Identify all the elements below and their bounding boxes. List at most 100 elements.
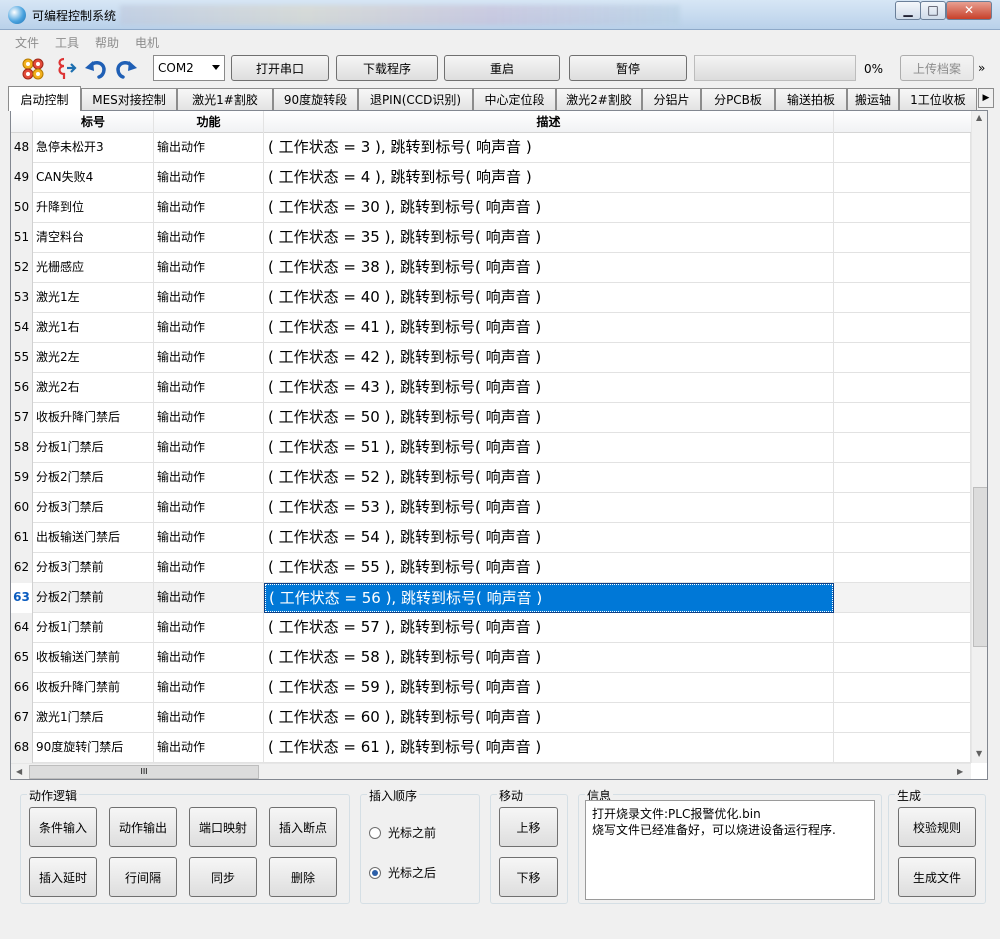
row-extra-cell[interactable]: [834, 583, 971, 613]
row-number[interactable]: 52: [11, 253, 33, 283]
table-row[interactable]: 61 出板输送门禁后 输出动作( 工作状态 = 54 ), 跳转到标号( 响声音 ): [11, 523, 971, 553]
row-description-cell[interactable]: ( 工作状态 = 3 ), 跳转到标号( 响声音 ): [264, 133, 834, 163]
row-extra-cell[interactable]: [834, 673, 971, 703]
table-row[interactable]: 56 激光2右 输出动作( 工作状态 = 43 ), 跳转到标号( 响声音 ): [11, 373, 971, 403]
table-row[interactable]: 49 CAN失败4 输出动作( 工作状态 = 4 ), 跳转到标号( 响声音 ): [11, 163, 971, 193]
insert-delay-button[interactable]: 插入延时: [29, 857, 97, 897]
menu-help[interactable]: 帮助: [95, 34, 119, 51]
row-function-cell[interactable]: 输出动作: [154, 253, 264, 283]
upload-archive-button[interactable]: 上传档案: [900, 55, 974, 81]
pause-button[interactable]: 暂停: [569, 55, 687, 81]
row-extra-cell[interactable]: [834, 733, 971, 763]
row-label-cell[interactable]: 激光2左: [33, 343, 154, 373]
row-label-cell[interactable]: 急停未松开3: [33, 133, 154, 163]
tab-station1-collect[interactable]: 1工位收板: [899, 88, 977, 110]
row-function-cell[interactable]: 输出动作: [154, 193, 264, 223]
row-description-cell[interactable]: ( 工作状态 = 35 ), 跳转到标号( 响声音 ): [264, 223, 834, 253]
table-row[interactable]: 60 分板3门禁后 输出动作( 工作状态 = 53 ), 跳转到标号( 响声音 ): [11, 493, 971, 523]
menu-motor[interactable]: 电机: [135, 34, 159, 51]
row-function-cell[interactable]: 输出动作: [154, 703, 264, 733]
header-label[interactable]: 标号: [33, 111, 154, 133]
row-function-cell[interactable]: 输出动作: [154, 523, 264, 553]
generate-file-button[interactable]: 生成文件: [898, 857, 976, 897]
insert-breakpoint-button[interactable]: 插入断点: [269, 807, 337, 847]
table-row[interactable]: 64 分板1门禁前 输出动作( 工作状态 = 57 ), 跳转到标号( 响声音 ): [11, 613, 971, 643]
row-number[interactable]: 60: [11, 493, 33, 523]
row-function-cell[interactable]: 输出动作: [154, 643, 264, 673]
radio-after-cursor[interactable]: 光标之后: [369, 864, 436, 881]
row-description-cell[interactable]: ( 工作状态 = 40 ), 跳转到标号( 响声音 ): [264, 283, 834, 313]
row-description-cell[interactable]: ( 工作状态 = 55 ), 跳转到标号( 响声音 ): [264, 553, 834, 583]
com-port-select[interactable]: COM2: [153, 55, 225, 81]
row-function-cell[interactable]: 输出动作: [154, 583, 264, 613]
vertical-scrollbar[interactable]: ▲ ▼: [971, 111, 987, 763]
row-description-cell[interactable]: ( 工作状态 = 4 ), 跳转到标号( 响声音 ): [264, 163, 834, 193]
row-function-cell[interactable]: 输出动作: [154, 313, 264, 343]
row-number[interactable]: 57: [11, 403, 33, 433]
row-number[interactable]: 68: [11, 733, 33, 763]
row-description-cell[interactable]: ( 工作状态 = 54 ), 跳转到标号( 响声音 ): [264, 523, 834, 553]
plug-icon[interactable]: [51, 55, 79, 83]
row-function-cell[interactable]: 输出动作: [154, 673, 264, 703]
row-label-cell[interactable]: 分板1门禁前: [33, 613, 154, 643]
row-extra-cell[interactable]: [834, 463, 971, 493]
row-extra-cell[interactable]: [834, 493, 971, 523]
download-program-button[interactable]: 下载程序: [336, 55, 438, 81]
table-row[interactable]: 52 光栅感应 输出动作( 工作状态 = 38 ), 跳转到标号( 响声音 ): [11, 253, 971, 283]
row-number[interactable]: 58: [11, 433, 33, 463]
row-description-cell[interactable]: ( 工作状态 = 30 ), 跳转到标号( 响声音 ): [264, 193, 834, 223]
row-description-cell[interactable]: ( 工作状态 = 57 ), 跳转到标号( 响声音 ): [264, 613, 834, 643]
scroll-down-icon[interactable]: ▼: [976, 749, 982, 758]
row-description-cell[interactable]: ( 工作状态 = 61 ), 跳转到标号( 响声音 ): [264, 733, 834, 763]
row-function-cell[interactable]: 输出动作: [154, 403, 264, 433]
row-function-cell[interactable]: 输出动作: [154, 163, 264, 193]
row-number[interactable]: 61: [11, 523, 33, 553]
tab-conveyor[interactable]: 输送拍板: [775, 88, 847, 110]
delete-button[interactable]: 删除: [269, 857, 337, 897]
move-up-button[interactable]: 上移: [499, 807, 558, 847]
row-label-cell[interactable]: 分板2门禁后: [33, 463, 154, 493]
vertical-scroll-thumb[interactable]: [973, 487, 987, 647]
row-label-cell[interactable]: 90度旋转门禁后: [33, 733, 154, 763]
row-extra-cell[interactable]: [834, 613, 971, 643]
row-number[interactable]: 62: [11, 553, 33, 583]
tab-scroll-right-icon[interactable]: ▶: [978, 88, 994, 108]
maximize-button[interactable]: □: [920, 1, 946, 20]
row-description-cell[interactable]: ( 工作状态 = 50 ), 跳转到标号( 响声音 ): [264, 403, 834, 433]
row-label-cell[interactable]: 分板3门禁后: [33, 493, 154, 523]
row-number[interactable]: 63: [11, 583, 33, 613]
row-label-cell[interactable]: 升降到位: [33, 193, 154, 223]
row-number[interactable]: 49: [11, 163, 33, 193]
row-number[interactable]: 50: [11, 193, 33, 223]
open-port-button[interactable]: 打开串口: [231, 55, 329, 81]
row-description-cell[interactable]: ( 工作状态 = 59 ), 跳转到标号( 响声音 ): [264, 673, 834, 703]
row-function-cell[interactable]: 输出动作: [154, 433, 264, 463]
row-number[interactable]: 66: [11, 673, 33, 703]
row-function-cell[interactable]: 输出动作: [154, 223, 264, 253]
table-row[interactable]: 57 收板升降门禁后 输出动作( 工作状态 = 50 ), 跳转到标号( 响声音 ): [11, 403, 971, 433]
tab-aluminum[interactable]: 分铝片: [642, 88, 701, 110]
table-row[interactable]: 66 收板升降门禁前 输出动作( 工作状态 = 59 ), 跳转到标号( 响声音 ): [11, 673, 971, 703]
row-function-cell[interactable]: 输出动作: [154, 373, 264, 403]
row-function-cell[interactable]: 输出动作: [154, 613, 264, 643]
row-extra-cell[interactable]: [834, 433, 971, 463]
row-function-cell[interactable]: 输出动作: [154, 133, 264, 163]
validate-rules-button[interactable]: 校验规则: [898, 807, 976, 847]
row-extra-cell[interactable]: [834, 193, 971, 223]
row-label-cell[interactable]: 收板升降门禁后: [33, 403, 154, 433]
tab-pcb[interactable]: 分PCB板: [701, 88, 775, 110]
row-label-cell[interactable]: 分板1门禁后: [33, 433, 154, 463]
row-extra-cell[interactable]: [834, 643, 971, 673]
table-row[interactable]: 63 分板2门禁前 输出动作( 工作状态 = 56 ), 跳转到标号( 响声音 ): [11, 583, 971, 613]
tab-laser1[interactable]: 激光1#割胶: [177, 88, 273, 110]
tab-center-position[interactable]: 中心定位段: [473, 88, 556, 110]
header-description[interactable]: 描述: [264, 111, 834, 133]
row-extra-cell[interactable]: [834, 223, 971, 253]
header-function[interactable]: 功能: [154, 111, 264, 133]
row-label-cell[interactable]: 分板2门禁前: [33, 583, 154, 613]
table-row[interactable]: 53 激光1左 输出动作( 工作状态 = 40 ), 跳转到标号( 响声音 ): [11, 283, 971, 313]
row-label-cell[interactable]: 激光1左: [33, 283, 154, 313]
line-spacing-button[interactable]: 行间隔: [109, 857, 177, 897]
row-number[interactable]: 65: [11, 643, 33, 673]
row-number[interactable]: 55: [11, 343, 33, 373]
